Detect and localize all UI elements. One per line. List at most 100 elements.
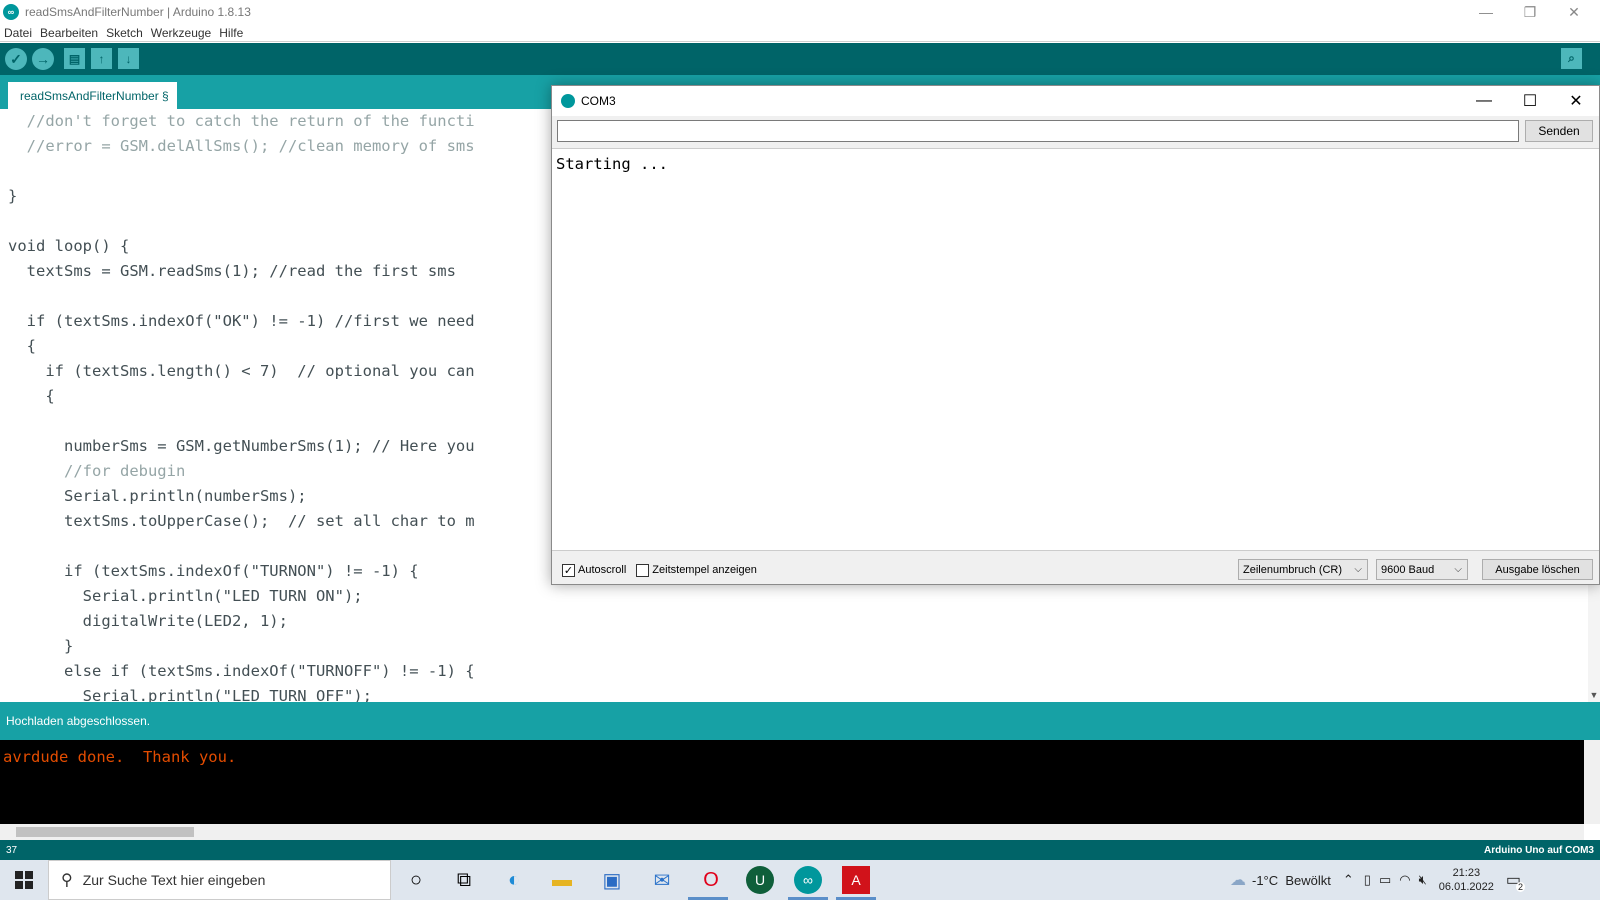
notification-badge: 2 [1515, 882, 1525, 892]
board-info: Arduino Uno auf COM3 [1484, 844, 1594, 856]
menubar: Datei Bearbeiten Sketch Werkzeuge Hilfe [0, 24, 1600, 42]
code-line: else if (textSms.indexOf("TURNOFF") != -… [8, 662, 475, 680]
clock-time: 21:23 [1452, 867, 1481, 879]
clear-output-button[interactable]: Ausgabe löschen [1482, 559, 1593, 580]
search-placeholder: Zur Suche Text hier eingeben [82, 872, 266, 888]
code-line: Serial.println("LED TURN ON"); [8, 587, 363, 605]
menu-sketch[interactable]: Sketch [102, 26, 147, 40]
code-line: } [8, 187, 18, 205]
verify-button[interactable]: ✓ [5, 48, 27, 70]
close-button[interactable]: ✕ [1552, 0, 1596, 24]
code-line: numberSms = GSM.getNumberSms(1); // Here… [8, 437, 475, 455]
code-line: { [8, 337, 36, 355]
console-horizontal-scrollbar[interactable] [0, 824, 1584, 840]
network-icon[interactable]: ◠ [1399, 872, 1410, 888]
acrobat-icon[interactable]: A [842, 866, 870, 894]
serial-monitor-title: COM3 [581, 94, 616, 108]
serial-monitor-window: COM3 — ☐ ✕ Senden Starting ... ✓ Autoscr… [551, 85, 1600, 585]
restore-button[interactable]: ❐ [1508, 0, 1552, 24]
menu-werkzeuge[interactable]: Werkzeuge [147, 26, 215, 40]
code-line: if (textSms.indexOf("OK") != -1) //first… [8, 312, 475, 330]
code-line: if (textSms.indexOf("TURNON") != -1) { [8, 562, 419, 580]
code-line: textSms.toUpperCase(); // set all char t… [8, 512, 475, 530]
windows-icon [15, 871, 33, 889]
search-icon: ⚲ [61, 872, 73, 889]
weather-text[interactable]: -1°C Bewölkt [1252, 873, 1331, 888]
magnifier-icon: ⌕ [1568, 51, 1575, 65]
upload-button[interactable]: → [32, 48, 54, 70]
clock[interactable]: 21:23 06.01.2022 [1439, 866, 1494, 894]
status-message: Hochladen abgeschlossen. [6, 714, 151, 728]
window-title: readSmsAndFilterNumber | Arduino 1.8.13 [25, 5, 251, 19]
code-line: Serial.println("LED TURN OFF"); [8, 687, 372, 702]
tab-sketch[interactable]: readSmsAndFilterNumber § [8, 82, 177, 109]
task-view-icon[interactable]: ⧉ [450, 866, 478, 894]
serial-minimize-button[interactable]: — [1461, 86, 1507, 116]
console-output: avrdude done. Thank you. [0, 740, 1584, 824]
code-line: void loop() { [8, 237, 130, 255]
code-line: //for debugin [8, 462, 186, 480]
open-sketch-button[interactable]: ↑ [91, 48, 112, 69]
new-file-icon: ▤ [68, 51, 81, 66]
chevron-down-icon: ⌵ [1454, 564, 1462, 575]
arduino-logo-icon [561, 94, 575, 108]
volume-mute-icon[interactable]: 🔇︎ [1419, 872, 1427, 888]
arrow-up-icon: ↑ [98, 51, 105, 66]
code-line: textSms = GSM.readSms(1); //read the fir… [8, 262, 456, 280]
menu-bearbeiten[interactable]: Bearbeiten [36, 26, 102, 40]
serial-footer: ✓ Autoscroll Zeitstempel anzeigen Zeilen… [552, 555, 1599, 585]
device-icon[interactable]: ▯ [1364, 872, 1371, 888]
send-button[interactable]: Senden [1525, 120, 1593, 142]
start-button[interactable] [0, 860, 48, 900]
serial-monitor-button[interactable]: ⌕ [1561, 48, 1582, 69]
clock-date: 06.01.2022 [1438, 881, 1494, 893]
arrow-right-icon: → [36, 51, 50, 67]
weather-icon[interactable]: ☁ [1230, 870, 1246, 890]
baud-select[interactable]: 9600 Baud ⌵ [1376, 559, 1468, 580]
opera-icon[interactable]: O [697, 866, 725, 894]
code-line: { [8, 387, 55, 405]
console-scroll-thumb[interactable] [16, 827, 194, 837]
minimize-button[interactable]: — [1464, 0, 1508, 24]
taskbar-search[interactable]: ⚲ Zur Suche Text hier eingeben [48, 860, 391, 900]
toolbar: ✓ → ▤ ↑ ↓ ⌕ [0, 43, 1600, 75]
serial-maximize-button[interactable]: ☐ [1507, 86, 1553, 116]
notification-icon[interactable]: ▭ 2 [1506, 870, 1525, 892]
code-line: digitalWrite(LED2, 1); [8, 612, 288, 630]
timestamp-label: Zeitstempel anzeigen [652, 564, 757, 576]
new-sketch-button[interactable]: ▤ [64, 48, 85, 69]
arrow-down-icon: ↓ [125, 51, 132, 66]
console-vertical-scrollbar[interactable] [1584, 740, 1600, 824]
ide-titlebar: ∞ readSmsAndFilterNumber | Arduino 1.8.1… [0, 0, 1600, 24]
status-bar: Hochladen abgeschlossen. [0, 702, 1600, 740]
bottom-status-bar: 37 Arduino Uno auf COM3 [0, 840, 1600, 860]
file-explorer-icon[interactable]: ▬ [548, 866, 576, 894]
arduino-icon[interactable]: ∞ [794, 866, 822, 894]
edge-icon[interactable]: ◐ [500, 866, 528, 894]
menu-hilfe[interactable]: Hilfe [215, 26, 247, 40]
check-icon: ✓ [10, 50, 22, 67]
store-icon[interactable]: ▣ [598, 866, 626, 894]
chevron-up-icon[interactable]: ⌃ [1343, 872, 1354, 888]
save-sketch-button[interactable]: ↓ [118, 48, 139, 69]
mail-icon[interactable]: ✉ [648, 866, 676, 894]
code-line: //error = GSM.delAllSms(); //clean memor… [8, 137, 475, 155]
chevron-down-icon: ⌵ [1354, 564, 1362, 575]
cortana-icon[interactable]: ○ [402, 866, 430, 894]
serial-monitor-titlebar: COM3 — ☐ ✕ [552, 86, 1599, 116]
code-line: Serial.println(numberSms); [8, 487, 307, 505]
timestamp-checkbox[interactable] [636, 563, 650, 577]
autoscroll-checkbox[interactable]: ✓ [562, 563, 575, 577]
code-line: //don't forget to catch the return of th… [8, 112, 475, 130]
code-line: if (textSms.length() < 7) // optional yo… [8, 362, 475, 380]
upwork-icon[interactable]: U [746, 866, 774, 894]
line-number: 37 [6, 844, 18, 856]
arduino-logo-icon: ∞ [3, 4, 19, 20]
scroll-down-icon[interactable]: ▼ [1588, 688, 1600, 702]
battery-icon[interactable]: ▭ [1379, 872, 1391, 888]
serial-output-area: Starting ... [552, 148, 1599, 551]
serial-close-button[interactable]: ✕ [1553, 86, 1599, 116]
line-ending-select[interactable]: Zeilenumbruch (CR) ⌵ [1238, 559, 1368, 580]
menu-datei[interactable]: Datei [0, 26, 36, 40]
serial-send-input[interactable] [557, 120, 1519, 142]
